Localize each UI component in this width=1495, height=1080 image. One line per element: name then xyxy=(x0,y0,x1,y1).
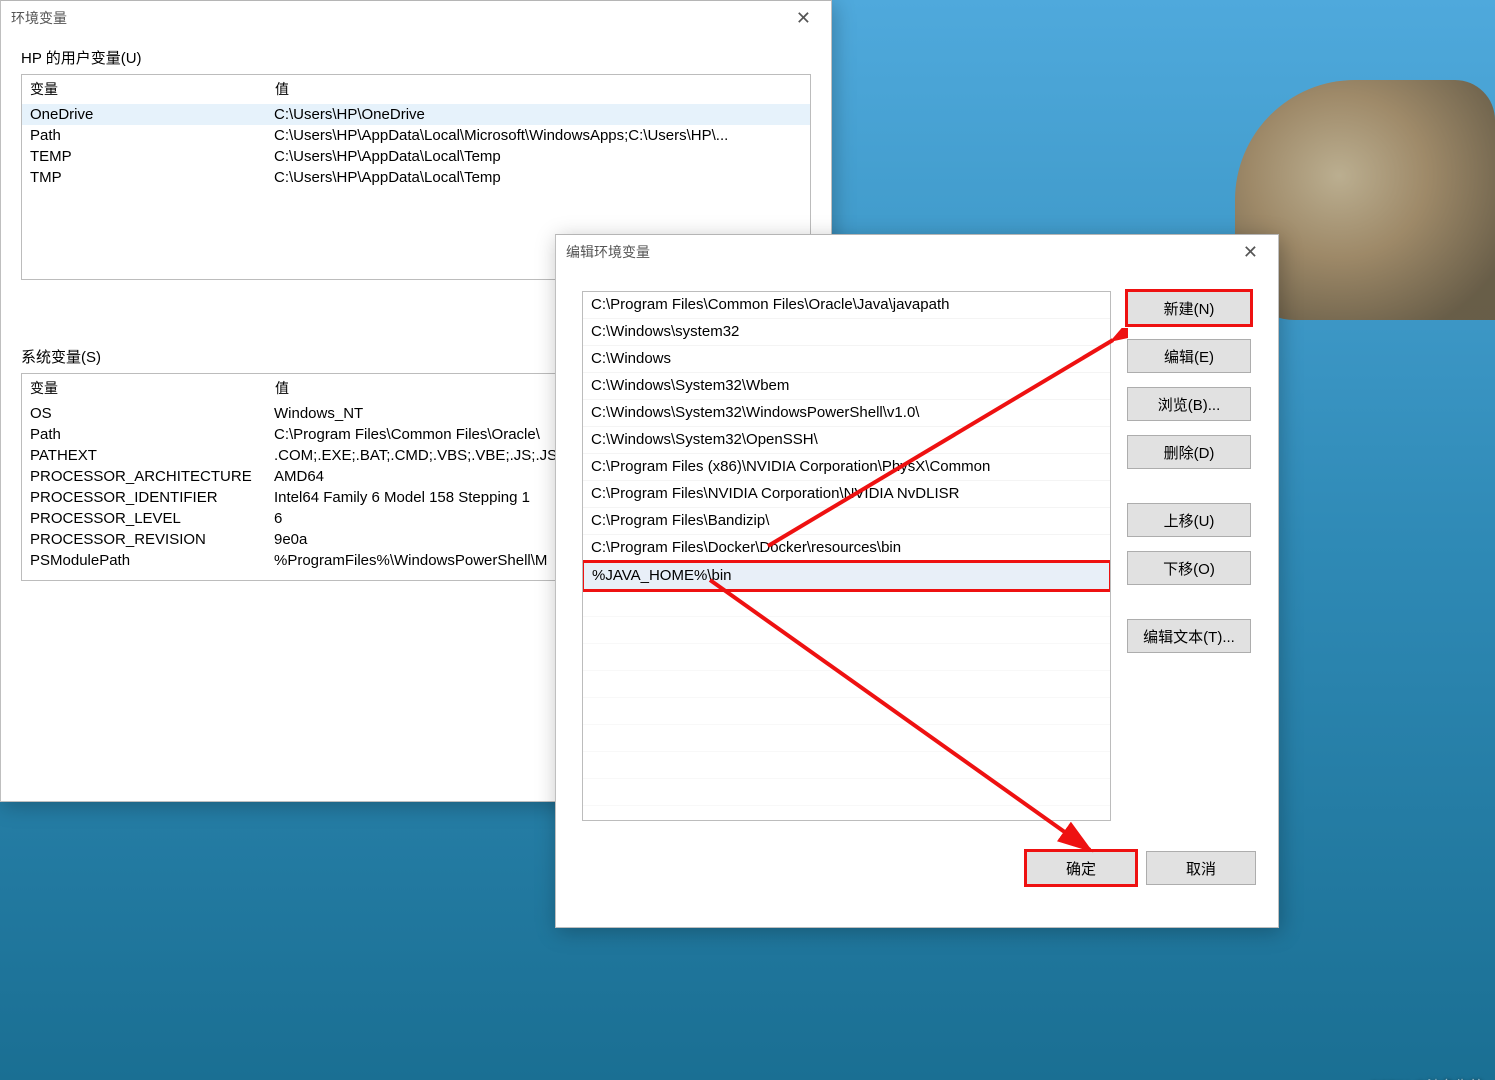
list-item[interactable]: C:\Program Files\NVIDIA Corporation\NVID… xyxy=(583,481,1110,508)
table-row[interactable]: OneDriveC:\Users\HP\OneDrive xyxy=(22,104,810,125)
dialog-title: 环境变量 xyxy=(11,8,786,28)
table-row[interactable]: TMPC:\Users\HP\AppData\Local\Temp xyxy=(22,167,810,188)
list-item-blank[interactable] xyxy=(583,806,1110,821)
list-item[interactable]: C:\Windows\System32\OpenSSH\ xyxy=(583,427,1110,454)
edit-env-var-dialog: 编辑环境变量 ✕ C:\Program Files\Common Files\O… xyxy=(555,234,1279,928)
close-icon[interactable]: ✕ xyxy=(786,6,821,31)
list-item-blank[interactable] xyxy=(583,617,1110,644)
user-vars-label: HP 的用户变量(U) xyxy=(21,47,811,68)
new-entry-button[interactable]: 新建(N) xyxy=(1127,291,1251,325)
list-item[interactable]: C:\Windows\System32\Wbem xyxy=(583,373,1110,400)
list-item[interactable]: C:\Program Files\Bandizip\ xyxy=(583,508,1110,535)
titlebar[interactable]: 环境变量 ✕ xyxy=(1,1,831,35)
dialog-title: 编辑环境变量 xyxy=(566,242,1233,262)
list-item-blank[interactable] xyxy=(583,725,1110,752)
move-up-button[interactable]: 上移(U) xyxy=(1127,503,1251,537)
browse-button[interactable]: 浏览(B)... xyxy=(1127,387,1251,421)
titlebar[interactable]: 编辑环境变量 ✕ xyxy=(556,235,1278,269)
column-header-var[interactable]: 变量 xyxy=(22,75,267,103)
list-item-blank[interactable] xyxy=(583,644,1110,671)
ok-button[interactable]: 确定 xyxy=(1026,851,1136,885)
move-down-button[interactable]: 下移(O) xyxy=(1127,551,1251,585)
watermark: CSDN @油条生煎 xyxy=(1369,1076,1483,1080)
list-item[interactable]: C:\Windows xyxy=(583,346,1110,373)
close-icon[interactable]: ✕ xyxy=(1233,240,1268,265)
list-item-blank[interactable] xyxy=(583,779,1110,806)
list-item[interactable]: C:\Program Files (x86)\NVIDIA Corporatio… xyxy=(583,454,1110,481)
list-item[interactable]: C:\Program Files\Docker\Docker\resources… xyxy=(583,535,1110,562)
list-item-selected[interactable]: %JAVA_HOME%\bin xyxy=(583,562,1110,590)
edit-entry-button[interactable]: 编辑(E) xyxy=(1127,339,1251,373)
cancel-button[interactable]: 取消 xyxy=(1146,851,1256,885)
list-item[interactable]: C:\Windows\system32 xyxy=(583,319,1110,346)
list-item[interactable]: C:\Windows\System32\WindowsPowerShell\v1… xyxy=(583,400,1110,427)
list-item-blank[interactable] xyxy=(583,752,1110,779)
table-row[interactable]: TEMPC:\Users\HP\AppData\Local\Temp xyxy=(22,146,810,167)
list-item[interactable]: C:\Program Files\Common Files\Oracle\Jav… xyxy=(583,292,1110,319)
list-item-blank[interactable] xyxy=(583,590,1110,617)
table-row[interactable]: PathC:\Users\HP\AppData\Local\Microsoft\… xyxy=(22,125,810,146)
delete-entry-button[interactable]: 删除(D) xyxy=(1127,435,1251,469)
list-item-blank[interactable] xyxy=(583,671,1110,698)
path-entries-list[interactable]: C:\Program Files\Common Files\Oracle\Jav… xyxy=(582,291,1111,821)
list-item-blank[interactable] xyxy=(583,698,1110,725)
column-header-val[interactable]: 值 xyxy=(267,75,810,103)
column-header-var[interactable]: 变量 xyxy=(22,374,267,402)
edit-text-button[interactable]: 编辑文本(T)... xyxy=(1127,619,1251,653)
